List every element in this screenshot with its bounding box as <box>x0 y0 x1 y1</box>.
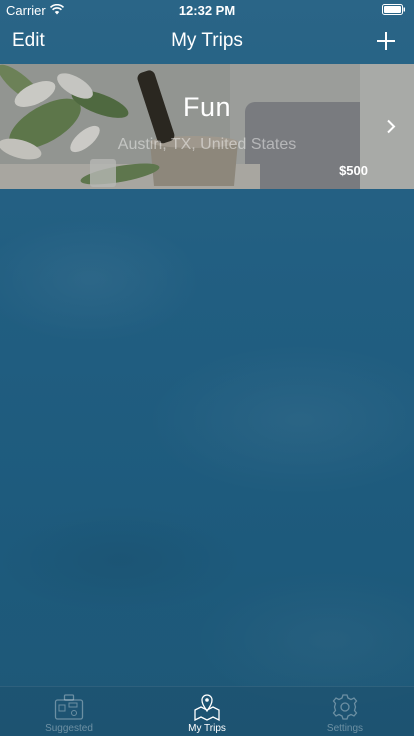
status-bar: Carrier 12:32 PM <box>0 0 414 20</box>
edit-button[interactable]: Edit <box>12 30 45 52</box>
suitcase-icon <box>54 694 84 720</box>
gear-icon <box>332 694 358 720</box>
tab-bar: Suggested My Trips Settings <box>0 686 414 736</box>
trip-name: Fun <box>182 92 232 122</box>
battery-icon <box>382 4 405 15</box>
trip-card[interactable]: Fun Austin, TX, United States $500 <box>0 64 414 189</box>
tab-suggested[interactable]: Suggested <box>0 687 138 736</box>
trip-budget: $500 <box>339 163 368 178</box>
status-time: 12:32 PM <box>178 3 236 18</box>
app-screen: Carrier 12:32 PM Edit My Trips Fun Austi… <box>0 0 414 736</box>
page-title: My Trips <box>171 30 243 51</box>
chevron-right-icon <box>387 119 396 134</box>
navigation-bar: Edit My Trips <box>0 20 414 64</box>
tab-label-settings: Settings <box>326 723 364 734</box>
tab-label-my-trips: My Trips <box>188 723 226 734</box>
plus-icon[interactable] <box>376 31 396 51</box>
tab-my-trips[interactable]: My Trips <box>138 687 276 736</box>
tab-label-suggested: Suggested <box>45 723 93 734</box>
trip-location: Austin, TX, United States <box>117 136 297 153</box>
map-pin-icon <box>194 694 220 721</box>
tab-settings[interactable]: Settings <box>276 687 414 736</box>
